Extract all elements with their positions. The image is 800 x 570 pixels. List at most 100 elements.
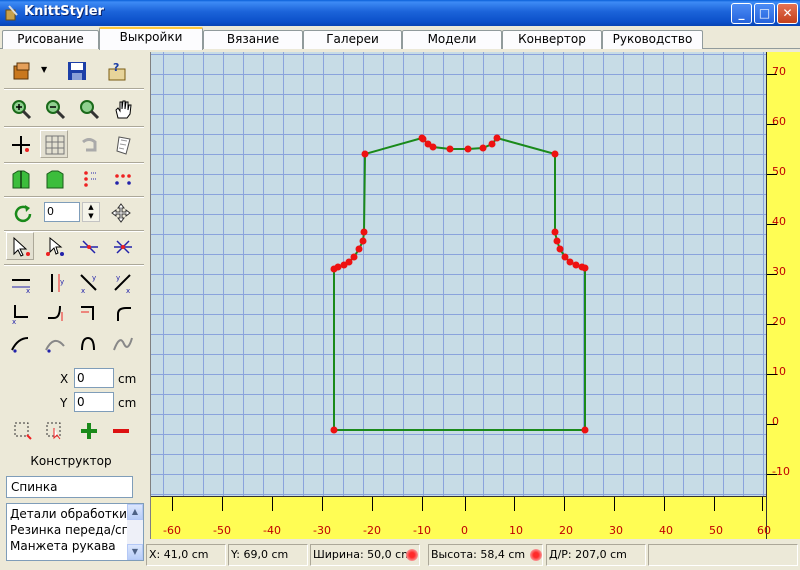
rotate-icon bbox=[14, 205, 32, 223]
tab-knitting[interactable]: Вязание bbox=[203, 30, 303, 49]
part-name-field[interactable]: Спинка bbox=[6, 476, 133, 498]
pattern-outline[interactable] bbox=[151, 52, 766, 496]
ruler-label: 20 bbox=[559, 524, 573, 537]
move-button[interactable] bbox=[106, 198, 134, 226]
svg-text:y: y bbox=[92, 274, 96, 282]
toolbar-separator bbox=[4, 126, 144, 128]
remove-part-button[interactable] bbox=[106, 416, 134, 444]
tab-manual[interactable]: Руководство bbox=[602, 30, 703, 49]
pointer-add-icon bbox=[46, 236, 64, 256]
grid-toggle-button[interactable] bbox=[40, 130, 68, 158]
rotate-angle-input[interactable]: 0 bbox=[44, 202, 80, 222]
save-button[interactable] bbox=[62, 56, 90, 84]
corner-round-icon bbox=[117, 307, 131, 321]
clear-button[interactable] bbox=[108, 130, 136, 158]
undo-button[interactable] bbox=[74, 130, 102, 158]
points-column-button[interactable] bbox=[74, 164, 102, 192]
ruler-label: 10 bbox=[772, 365, 786, 378]
spin-down-icon[interactable]: ▼ bbox=[83, 212, 99, 221]
delete-line-icon bbox=[114, 240, 132, 254]
scroll-up-icon[interactable]: ▲ bbox=[127, 504, 143, 520]
horizontal-line-icon: x bbox=[12, 279, 30, 294]
constructor-label: Конструктор bbox=[30, 454, 112, 468]
curve-wave-icon bbox=[113, 337, 133, 351]
zoom-fit-button[interactable] bbox=[74, 94, 102, 122]
zoom-in-button[interactable] bbox=[6, 94, 34, 122]
vertical-line-button[interactable]: y bbox=[40, 268, 68, 296]
title-bar[interactable]: KnittStyler _ □ ✕ bbox=[0, 0, 800, 26]
close-button[interactable]: ✕ bbox=[777, 3, 798, 24]
horizontal-line-button[interactable]: x bbox=[6, 268, 34, 296]
ruler-label: 30 bbox=[772, 265, 786, 278]
add-part-button[interactable] bbox=[74, 416, 102, 444]
diagonal-down-button[interactable]: yx bbox=[74, 268, 102, 296]
corner-bl-button[interactable]: x bbox=[6, 298, 34, 326]
move-arrows-icon bbox=[111, 203, 131, 223]
curve-hump-button[interactable] bbox=[40, 328, 68, 356]
diagonal-up-button[interactable]: yx bbox=[108, 268, 136, 296]
pattern-menu-button[interactable]: ▼ bbox=[8, 56, 52, 84]
help-button[interactable]: ? bbox=[102, 56, 130, 84]
ruler-label: -40 bbox=[263, 524, 281, 537]
select-region-button[interactable] bbox=[8, 416, 36, 444]
x-coordinate-input[interactable]: 0 bbox=[74, 368, 114, 388]
curve-s-icon bbox=[81, 336, 95, 351]
corner-curve-button[interactable] bbox=[40, 298, 68, 326]
select-part-button[interactable] bbox=[40, 416, 68, 444]
scroll-down-icon[interactable]: ▼ bbox=[127, 544, 143, 560]
tab-drawing[interactable]: Рисование bbox=[2, 30, 99, 49]
mirror-part-button[interactable] bbox=[40, 164, 68, 192]
maximize-button[interactable]: □ bbox=[754, 3, 775, 24]
pan-button[interactable] bbox=[108, 94, 136, 122]
select-tool-button[interactable] bbox=[6, 232, 34, 260]
grid-icon bbox=[45, 135, 65, 155]
canvas-grid[interactable] bbox=[151, 52, 766, 496]
curve-s-button[interactable] bbox=[74, 328, 102, 356]
y-unit-label: cm bbox=[118, 396, 137, 410]
add-point-button[interactable] bbox=[40, 232, 68, 260]
curve-up-button[interactable] bbox=[6, 328, 34, 356]
hand-icon bbox=[115, 100, 132, 119]
rotate-button[interactable] bbox=[8, 198, 36, 226]
axes-toggle-button[interactable] bbox=[6, 130, 34, 158]
list-item[interactable]: Манжета рукава bbox=[10, 539, 128, 553]
main-tabs: Рисование Выкройки Вязание Галереи Модел… bbox=[0, 27, 800, 50]
selection-rect-icon bbox=[14, 422, 32, 440]
pattern-points[interactable] bbox=[330, 134, 589, 434]
rotate-angle-spinner[interactable]: ▲ ▼ bbox=[82, 202, 100, 222]
copy-part-button[interactable] bbox=[6, 164, 34, 192]
sweater-mirror-icon bbox=[46, 170, 64, 189]
points-grid-button[interactable] bbox=[108, 164, 136, 192]
y-coordinate-input[interactable]: 0 bbox=[74, 392, 114, 412]
minimize-button[interactable]: _ bbox=[731, 3, 752, 24]
help-book-icon: ? bbox=[108, 61, 126, 81]
svg-text:?: ? bbox=[113, 61, 119, 74]
corner-tr-button[interactable] bbox=[74, 298, 102, 326]
tab-converter[interactable]: Конвертор bbox=[502, 30, 602, 49]
pattern-back-outline[interactable] bbox=[333, 136, 586, 431]
ruler-label: -20 bbox=[363, 524, 381, 537]
corner-curve-icon bbox=[48, 305, 63, 321]
x-unit-label: cm bbox=[118, 372, 137, 386]
status-dr: Д/Р: 207,0 cm bbox=[546, 544, 646, 566]
list-item[interactable]: Детали обработки bbox=[10, 507, 128, 521]
tab-patterns[interactable]: Выкройки bbox=[99, 27, 203, 50]
y-coordinate-label: Y bbox=[60, 396, 68, 410]
curve-hump-icon bbox=[45, 339, 65, 353]
status-bar: X: 41,0 cm Y: 69,0 cm Ширина: 50,0 cm Вы… bbox=[146, 540, 800, 570]
svg-text:y: y bbox=[116, 274, 120, 282]
delete-point-button[interactable] bbox=[108, 232, 136, 260]
tab-models[interactable]: Модели bbox=[402, 30, 502, 49]
corner-round-button[interactable] bbox=[108, 298, 136, 326]
list-scrollbar[interactable]: ▲ ▼ bbox=[127, 504, 143, 560]
list-item[interactable]: Резинка переда/сп bbox=[10, 523, 128, 537]
curve-wave-button[interactable] bbox=[108, 328, 136, 356]
zoom-out-button[interactable] bbox=[40, 94, 68, 122]
toolbar-separator bbox=[4, 264, 144, 266]
pattern-canvas[interactable]: 70 60 50 40 30 20 10 0 -10 -60 -50 -40 -… bbox=[150, 52, 800, 539]
curve-up-icon bbox=[11, 337, 29, 353]
split-line-button[interactable] bbox=[74, 232, 102, 260]
parts-list[interactable]: Детали обработки Резинка переда/сп Манже… bbox=[6, 503, 144, 561]
spin-up-icon[interactable]: ▲ bbox=[83, 203, 99, 212]
tab-galleries[interactable]: Галереи bbox=[303, 30, 402, 49]
